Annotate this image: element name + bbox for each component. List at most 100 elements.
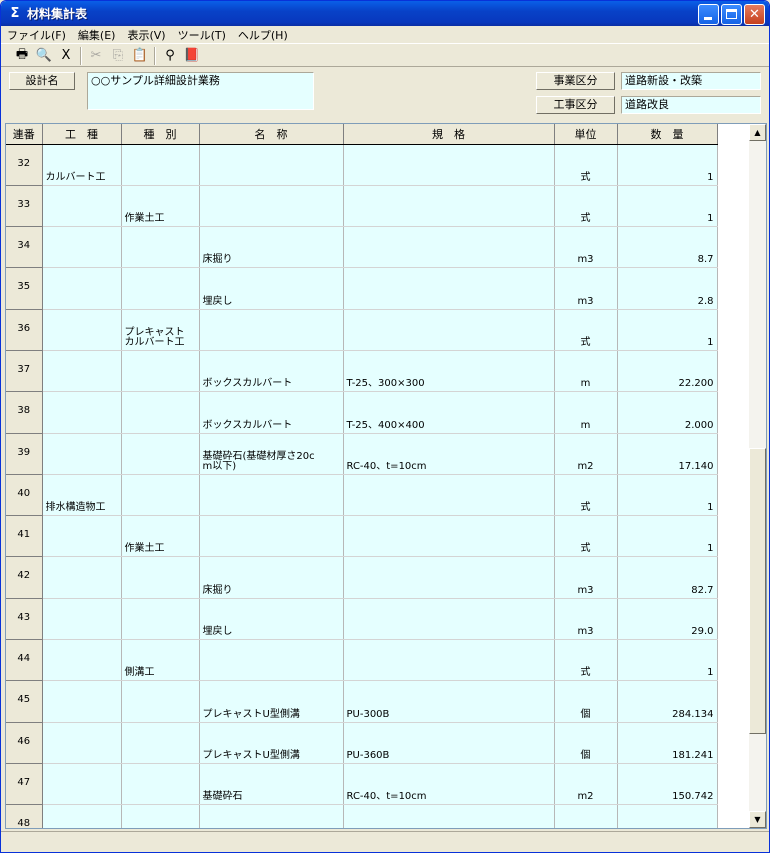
quantity-cell[interactable]: 82.7 xyxy=(617,556,718,599)
row-number[interactable]: 43 xyxy=(6,598,43,641)
kind-cell[interactable] xyxy=(42,763,122,806)
row-number[interactable]: 38 xyxy=(6,391,43,434)
quantity-cell[interactable]: 8.7 xyxy=(617,226,718,269)
spec-cell[interactable] xyxy=(343,556,555,599)
spec-cell[interactable] xyxy=(343,474,555,517)
type-cell[interactable] xyxy=(121,680,200,723)
unit-cell[interactable] xyxy=(554,804,618,828)
quantity-cell[interactable]: 1 xyxy=(617,185,718,228)
name-cell[interactable]: 床掘り xyxy=(199,556,344,599)
quantity-cell[interactable]: 22.200 xyxy=(617,350,718,393)
type-cell[interactable]: プレキャスト カルバート工 xyxy=(121,309,200,351)
name-cell[interactable] xyxy=(199,309,344,351)
type-cell[interactable] xyxy=(121,722,200,764)
table-row[interactable]: 35 埋戻し m3 2.8 xyxy=(6,267,751,310)
type-cell[interactable]: 作業土工 xyxy=(121,515,200,558)
kind-cell[interactable] xyxy=(42,598,122,641)
table-row[interactable]: 32 カルバート工 式 1 xyxy=(6,144,751,186)
type-cell[interactable] xyxy=(121,144,200,186)
spec-cell[interactable]: T-25、400×400 xyxy=(343,391,555,434)
type-cell[interactable] xyxy=(121,598,200,641)
kind-cell[interactable]: 排水構造物工 xyxy=(42,474,122,517)
scrollbar-thumb[interactable] xyxy=(749,448,766,734)
name-cell[interactable]: プレキャストU型側溝 xyxy=(199,680,344,723)
quantity-cell[interactable]: 2.8 xyxy=(617,267,718,310)
title-bar[interactable]: Σ 材料集計表 ✕ xyxy=(1,1,769,26)
spec-cell[interactable]: RC-40、t=10cm xyxy=(343,433,555,475)
name-cell[interactable]: ボックスカルバート xyxy=(199,391,344,434)
table-row[interactable]: 47 基礎砕石 RC-40、t=10cm m2 150.742 xyxy=(6,763,751,806)
column-header-4[interactable]: 規 格 xyxy=(343,124,555,145)
minimize-button[interactable] xyxy=(698,4,719,25)
spec-cell[interactable] xyxy=(343,185,555,228)
name-cell[interactable] xyxy=(199,515,344,558)
kind-cell[interactable] xyxy=(42,267,122,310)
kind-cell[interactable] xyxy=(42,804,122,828)
name-cell[interactable]: 床掘り xyxy=(199,226,344,269)
column-header-6[interactable]: 数 量 xyxy=(617,124,718,145)
name-cell[interactable]: 埋戻し xyxy=(199,598,344,641)
column-header-5[interactable]: 単位 xyxy=(554,124,618,145)
type-cell[interactable]: 側溝工 xyxy=(121,639,200,682)
name-cell[interactable]: 埋戻し xyxy=(199,267,344,310)
spec-cell[interactable]: T-25、300×300 xyxy=(343,350,555,393)
table-row[interactable]: 46 プレキャストU型側溝 PU-360B 個 181.241 xyxy=(6,722,751,764)
type-cell[interactable]: 作業土工 xyxy=(121,185,200,228)
row-number[interactable]: 40 xyxy=(6,474,43,517)
kind-cell[interactable] xyxy=(42,185,122,228)
row-number[interactable]: 34 xyxy=(6,226,43,269)
name-cell[interactable]: ボックスカルバート xyxy=(199,350,344,393)
unit-cell[interactable]: 式 xyxy=(554,639,618,682)
menu-item-1[interactable]: 編集(E) xyxy=(78,27,116,43)
row-number[interactable]: 48 xyxy=(6,804,43,828)
name-cell[interactable] xyxy=(199,639,344,682)
column-header-1[interactable]: 工 種 xyxy=(42,124,122,145)
sigma-icon[interactable]: Σ xyxy=(7,6,23,22)
table-row[interactable]: 42 床掘り m3 82.7 xyxy=(6,556,751,599)
spec-cell[interactable] xyxy=(343,515,555,558)
print-preview-icon[interactable]: 🔍 xyxy=(33,46,55,66)
name-cell[interactable] xyxy=(199,474,344,517)
unit-cell[interactable]: 式 xyxy=(554,309,618,351)
table-row[interactable]: 33 作業土工 式 1 xyxy=(6,185,751,228)
kind-cell[interactable] xyxy=(42,515,122,558)
type-cell[interactable] xyxy=(121,433,200,475)
row-number[interactable]: 36 xyxy=(6,309,43,351)
type-cell[interactable] xyxy=(121,763,200,806)
spec-cell[interactable] xyxy=(343,267,555,310)
quantity-cell[interactable]: 17.140 xyxy=(617,433,718,475)
table-row[interactable]: 41 作業土工 式 1 xyxy=(6,515,751,558)
menu-item-0[interactable]: ファイル(F) xyxy=(7,27,66,43)
menu-item-2[interactable]: 表示(V) xyxy=(127,27,165,43)
spec-cell[interactable] xyxy=(343,804,555,828)
row-number[interactable]: 41 xyxy=(6,515,43,558)
table-row[interactable]: 40 排水構造物工 式 1 xyxy=(6,474,751,517)
unit-cell[interactable]: m3 xyxy=(554,598,618,641)
design-name-button[interactable]: 設計名 xyxy=(9,72,75,90)
type-cell[interactable] xyxy=(121,391,200,434)
unit-cell[interactable]: 式 xyxy=(554,144,618,186)
table-row[interactable]: 44 側溝工 式 1 xyxy=(6,639,751,682)
quantity-cell[interactable]: 284.134 xyxy=(617,680,718,723)
name-cell[interactable]: 基礎砕石 xyxy=(199,763,344,806)
spec-cell[interactable] xyxy=(343,144,555,186)
menu-item-4[interactable]: ヘルプ(H) xyxy=(238,27,288,43)
unit-cell[interactable]: m2 xyxy=(554,433,618,475)
kind-cell[interactable] xyxy=(42,309,122,351)
work-category-field[interactable]: 道路改良 xyxy=(621,96,761,114)
kind-cell[interactable] xyxy=(42,226,122,269)
binoculars-icon[interactable]: ⚲ xyxy=(159,46,181,66)
spec-cell[interactable] xyxy=(343,226,555,269)
unit-cell[interactable]: m xyxy=(554,391,618,434)
name-cell[interactable] xyxy=(199,144,344,186)
kind-cell[interactable] xyxy=(42,680,122,723)
quantity-cell[interactable]: 2.000 xyxy=(617,391,718,434)
table-row[interactable]: 38 ボックスカルバート T-25、400×400 m 2.000 xyxy=(6,391,751,434)
quantity-cell[interactable]: 1 xyxy=(617,144,718,186)
name-cell[interactable] xyxy=(199,804,344,828)
name-cell[interactable]: プレキャストU型側溝 xyxy=(199,722,344,764)
column-header-2[interactable]: 種 別 xyxy=(121,124,200,145)
unit-cell[interactable]: m xyxy=(554,350,618,393)
kind-cell[interactable] xyxy=(42,639,122,682)
type-cell[interactable] xyxy=(121,267,200,310)
